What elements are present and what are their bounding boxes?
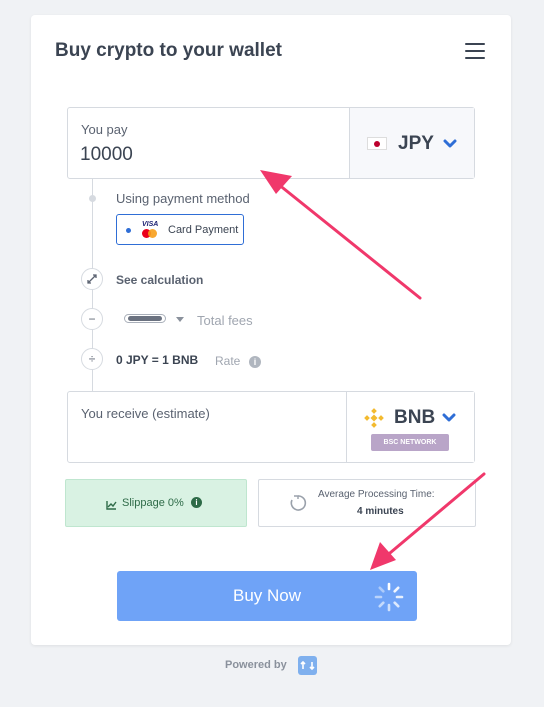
- slippage-label: Slippage 0%: [122, 497, 184, 509]
- caret-down-icon[interactable]: [176, 317, 184, 322]
- slippage-box: Slippage 0% i: [65, 479, 247, 527]
- pay-currency-select[interactable]: JPY: [349, 108, 474, 178]
- minus-icon: −: [81, 308, 103, 330]
- pay-field: You pay JPY: [67, 107, 475, 179]
- expand-calculation-icon[interactable]: [81, 268, 103, 290]
- provider-logo-icon[interactable]: [298, 656, 317, 675]
- visa-mastercard-icon: VISA: [139, 221, 163, 239]
- exchange-rate-value: 0 JPY = 1 BNB: [116, 353, 199, 367]
- widget-card: Buy crypto to your wallet You pay JPY Us…: [31, 15, 511, 645]
- chevron-down-icon: [443, 139, 457, 148]
- loading-spinner-icon: [373, 581, 405, 613]
- network-badge: BSC NETWORK: [371, 434, 449, 451]
- chart-trend-icon: [106, 497, 117, 510]
- rate-info-icon[interactable]: i: [249, 356, 261, 368]
- fee-loading-bar: [124, 314, 166, 323]
- buy-now-label: Buy Now: [232, 586, 302, 605]
- divide-icon: ÷: [81, 348, 103, 370]
- timer-icon: [288, 493, 308, 513]
- card-payment-label: Card Payment: [168, 224, 239, 236]
- processing-time-value: 4 minutes: [357, 506, 404, 517]
- buy-now-button[interactable]: Buy Now: [117, 571, 417, 621]
- powered-by-label: Powered by: [225, 659, 287, 671]
- hamburger-menu-icon[interactable]: [465, 43, 485, 59]
- pay-label: You pay: [81, 122, 128, 137]
- payment-method-label: Using payment method: [116, 191, 250, 206]
- receive-label: You receive (estimate): [81, 406, 210, 421]
- card-payment-button[interactable]: VISA Card Payment: [116, 214, 244, 245]
- rate-label: Rate: [215, 354, 241, 368]
- slippage-info-icon[interactable]: i: [191, 497, 202, 508]
- radio-selected-icon: [126, 228, 131, 233]
- receive-currency-select[interactable]: BNB BSC NETWORK: [346, 392, 474, 462]
- pay-amount-input[interactable]: [80, 144, 330, 166]
- receive-field: You receive (estimate) BNB BSC NETWORK: [67, 391, 475, 463]
- bnb-logo-icon: [364, 408, 384, 428]
- japan-flag-icon: [367, 137, 387, 150]
- pay-currency-code: JPY: [398, 133, 434, 154]
- timeline-dot: [89, 195, 96, 202]
- page-title: Buy crypto to your wallet: [55, 40, 282, 61]
- timeline-line: [92, 178, 93, 406]
- receive-currency-code: BNB: [394, 407, 436, 428]
- processing-time-box: Average Processing Time: 4 minutes: [258, 479, 476, 527]
- see-calculation-link[interactable]: See calculation: [116, 273, 203, 287]
- total-fees-label: Total fees: [197, 313, 253, 328]
- chevron-down-icon: [442, 413, 456, 422]
- processing-time-label: Average Processing Time:: [318, 489, 435, 500]
